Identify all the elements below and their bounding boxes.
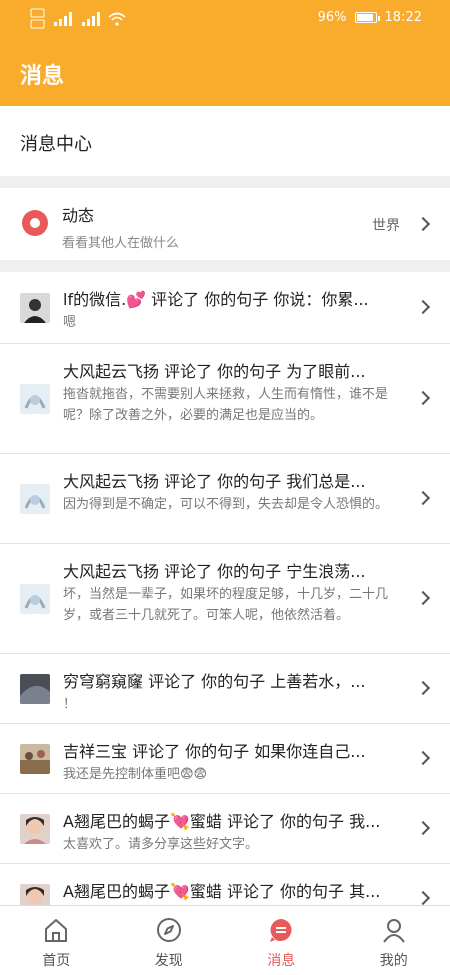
- avatar: [20, 293, 50, 323]
- page-title: 消息: [20, 64, 65, 89]
- chevron-right-icon: [415, 750, 431, 766]
- dynamics-entry[interactable]: 动态 看看其他人在做什么 世界: [0, 188, 450, 260]
- dynamics-subtitle: 看看其他人在做什么: [62, 236, 180, 251]
- tab-home[interactable]: 首页: [0, 906, 113, 975]
- list-item[interactable]: 穷穹窮窺窿 评论了 你的句子 上善若水，... ！: [0, 654, 450, 724]
- tab-home-label: 首页: [42, 953, 71, 969]
- target-icon: [22, 210, 48, 236]
- message-title: A翘尾巴的蝎子💘蜜蜡 评论了 你的句子 我...: [63, 812, 381, 831]
- dynamics-title: 动态: [62, 206, 95, 225]
- avatar: [20, 744, 50, 774]
- tab-profile-label: 我的: [379, 953, 408, 969]
- status-bar: 96% 18:22: [0, 0, 450, 38]
- wifi-icon: [108, 12, 126, 26]
- message-title: 大风起云飞扬 评论了 你的句子 宁生浪荡...: [63, 562, 366, 581]
- chevron-right-icon: [415, 590, 431, 606]
- avatar: [20, 584, 50, 614]
- message-body: 因为得到是不确定，可以不得到，失去却是令人恐惧的。: [63, 497, 389, 512]
- compass-icon: [156, 918, 181, 942]
- chevron-right-icon: [415, 299, 431, 315]
- tab-messages-label: 消息: [267, 953, 296, 969]
- signal-icon: [54, 12, 72, 26]
- message-body: 坏，当然是一辈子，如果坏的程度足够，十几岁，二十几岁，或者三十几就死了。可笨人呢…: [63, 587, 389, 623]
- message-body: 太喜欢了。请多分享这些好文字。: [63, 837, 259, 852]
- message-title: 穷穹窮窺窿 评论了 你的句子 上善若水，...: [63, 672, 366, 691]
- avatar: [20, 384, 50, 414]
- list-item[interactable]: A翘尾巴的蝎子💘蜜蜡 评论了 你的句子 我... 太喜欢了。请多分享这些好文字。: [0, 794, 450, 864]
- list-item[interactable]: 吉祥三宝 评论了 你的句子 如果你连自己... 我还是先控制体重吧😨😨: [0, 724, 450, 794]
- message-title: 大风起云飞扬 评论了 你的句子 我们总是...: [63, 472, 366, 491]
- message-center-title: 消息中心: [20, 134, 92, 155]
- list-item[interactable]: 大风起云飞扬 评论了 你的句子 为了眼前... 拖沓就拖沓，不需要别人来拯救，人…: [0, 344, 450, 454]
- chevron-right-icon: [415, 890, 431, 906]
- message-title: 吉祥三宝 评论了 你的句子 如果你连自己...: [63, 742, 366, 761]
- chevron-right-icon: [415, 680, 431, 696]
- message-list: lf的微信.💕 评论了 你的句子 你说：你累... 嗯 大风起云飞扬 评论了 你…: [0, 272, 450, 934]
- battery-icon: [354, 12, 380, 23]
- profile-icon: [382, 919, 405, 943]
- avatar: [20, 674, 50, 704]
- message-body: 拖沓就拖沓，不需要别人来拯救，人生而有惰性，谁不是呢？除了改善之外，必要的满足也…: [63, 387, 389, 423]
- clock: 18:22: [384, 10, 422, 25]
- home-icon: [45, 919, 68, 942]
- avatar: [20, 484, 50, 514]
- chevron-right-icon: [415, 216, 431, 232]
- dynamics-world-label: 世界: [372, 218, 400, 234]
- message-body: ！: [63, 697, 77, 712]
- message-title: lf的微信.💕 评论了 你的句子 你说：你累...: [63, 290, 369, 309]
- message-body: 嗯: [63, 315, 77, 330]
- tab-discover-label: 发现: [154, 953, 183, 969]
- list-item[interactable]: 大风起云飞扬 评论了 你的句子 宁生浪荡... 坏，当然是一辈子，如果坏的程度足…: [0, 544, 450, 654]
- list-item[interactable]: lf的微信.💕 评论了 你的句子 你说：你累... 嗯: [0, 272, 450, 344]
- message-center-section: 消息中心: [0, 106, 450, 176]
- chevron-right-icon: [415, 490, 431, 506]
- app-bar: 消息: [0, 38, 450, 106]
- battery-percent: 96%: [317, 10, 347, 25]
- chevron-right-icon: [415, 820, 431, 836]
- chevron-right-icon: [415, 390, 431, 406]
- message-body: 我还是先控制体重吧😨😨: [63, 767, 208, 782]
- signal-indicators: [30, 8, 126, 30]
- tab-messages[interactable]: 消息: [225, 906, 338, 975]
- message-title: A翘尾巴的蝎子💘蜜蜡 评论了 你的句子 其...: [63, 882, 381, 901]
- hd-icon: [30, 8, 45, 29]
- list-item[interactable]: 大风起云飞扬 评论了 你的句子 我们总是... 因为得到是不确定，可以不得到，失…: [0, 454, 450, 544]
- avatar: [20, 814, 50, 844]
- tab-profile[interactable]: 我的: [338, 906, 450, 975]
- message-title: 大风起云飞扬 评论了 你的句子 为了眼前...: [63, 362, 366, 381]
- signal-icon-2: [82, 12, 100, 26]
- message-icon: [270, 919, 292, 942]
- tab-discover[interactable]: 发现: [113, 906, 226, 975]
- bottom-nav: 首页 发现 消息 我的: [0, 905, 450, 975]
